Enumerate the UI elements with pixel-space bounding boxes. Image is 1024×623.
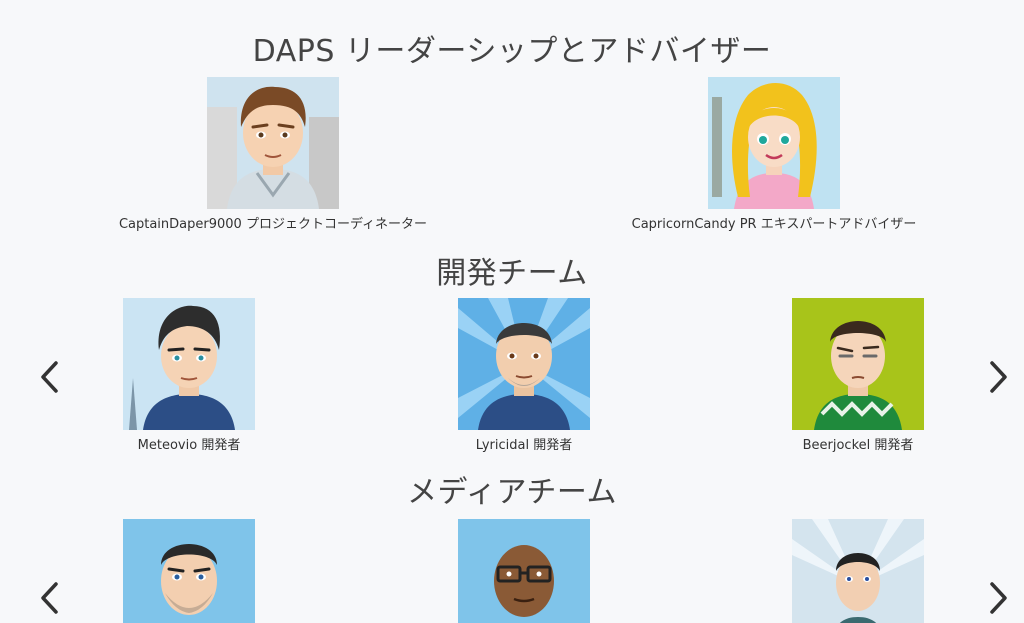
member-caption: CapricornCandy PR エキスパートアドバイザー <box>614 213 934 232</box>
avatar-media-2[interactable] <box>458 519 590 623</box>
member-card-media-1 <box>29 519 349 623</box>
member-name: Lyricidal <box>475 438 530 453</box>
member-caption: Beerjockel 開発者 <box>698 434 1018 453</box>
avatar-media-3[interactable] <box>792 519 924 623</box>
member-card-media-2 <box>364 519 684 623</box>
member-caption: CaptainDaper9000 プロジェクトコーディネーター <box>113 213 433 232</box>
member-card-media-3 <box>698 519 1018 623</box>
member-card-beerjockel: Beerjockel 開発者 <box>698 298 1018 453</box>
member-name: CaptainDaper9000 <box>118 217 242 232</box>
member-card-lyricidal: Lyricidal 開発者 <box>364 298 684 453</box>
member-card-meteovio: Meteovio 開発者 <box>29 298 349 453</box>
member-card-captaindaper: CaptainDaper9000 プロジェクトコーディネーター <box>113 77 433 232</box>
avatar-capricorncandy[interactable] <box>708 77 840 209</box>
member-name: Meteovio <box>137 438 198 453</box>
member-role: 開発者 <box>533 438 573 453</box>
media-team-title: メディアチーム <box>407 475 617 510</box>
member-role: エキスパートアドバイザー <box>760 217 917 232</box>
avatar-meteovio[interactable] <box>123 298 255 430</box>
member-role: 開発者 <box>201 438 241 453</box>
member-caption: Lyricidal 開発者 <box>364 434 684 453</box>
avatar-media-1[interactable] <box>123 519 255 623</box>
leadership-title: DAPS リーダーシップとアドバイザー <box>252 34 772 69</box>
avatar-lyricidal[interactable] <box>458 298 590 430</box>
member-name: CapricornCandy PR <box>631 217 757 232</box>
dev-team-title: 開発チーム <box>436 256 588 291</box>
member-caption: Meteovio 開発者 <box>29 434 349 453</box>
avatar-captaindaper[interactable] <box>207 77 339 209</box>
member-card-capricorncandy: CapricornCandy PR エキスパートアドバイザー <box>614 77 934 232</box>
member-role: プロジェクトコーディネーター <box>245 217 428 232</box>
avatar-beerjockel[interactable] <box>792 298 924 430</box>
member-name: Beerjockel <box>802 438 871 453</box>
member-role: 開発者 <box>874 438 914 453</box>
